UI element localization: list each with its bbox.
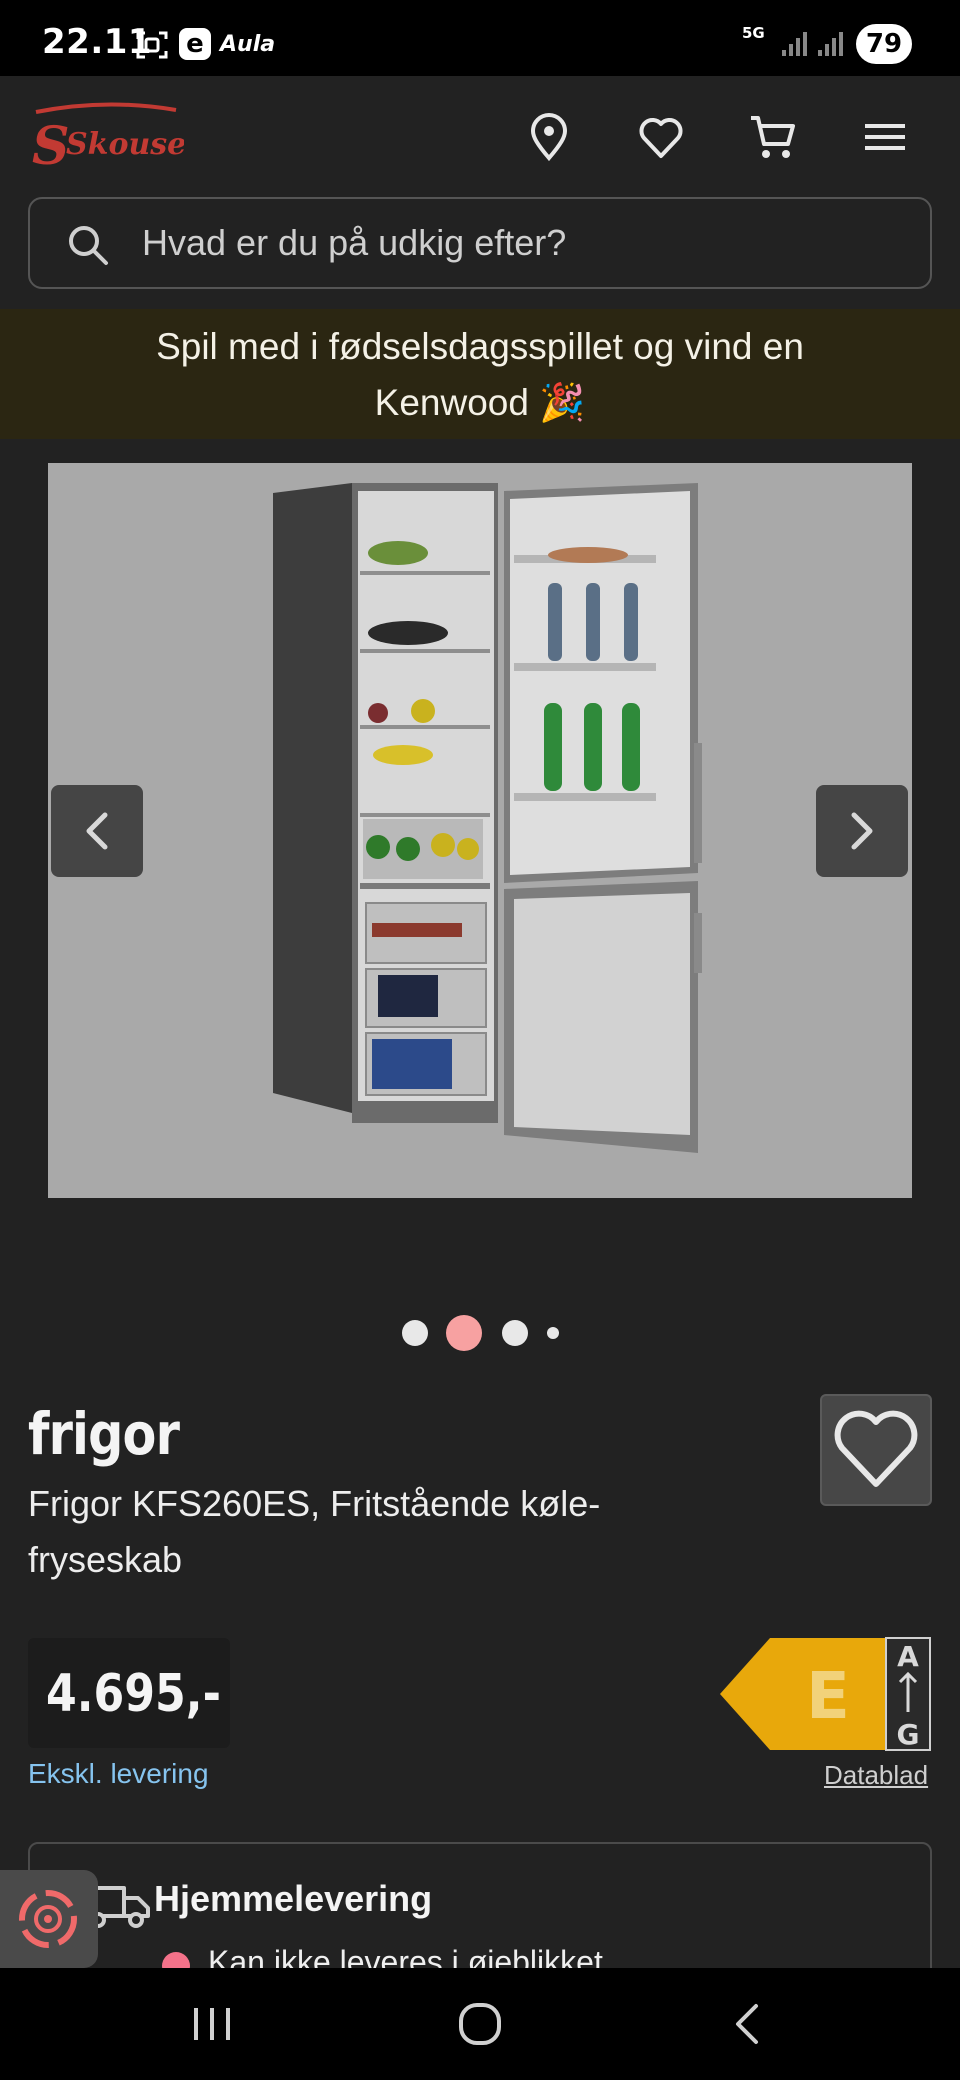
heart-icon[interactable] [636,112,686,162]
chevron-left-icon [86,812,108,850]
energy-label[interactable]: E A G [720,1636,932,1752]
svg-text:G: G [897,1718,920,1751]
svg-text:A: A [897,1640,919,1673]
menu-icon[interactable] [860,112,910,162]
screenshot-icon [136,31,168,59]
add-to-favorites-button[interactable] [820,1394,932,1506]
delivery-title: Hjemmelevering [154,1878,433,1919]
price-box: 4.695,- [28,1638,230,1748]
status-bar: 22.11 e Aula 5G 79 [0,0,960,76]
gallery-next-button[interactable] [816,785,908,877]
location-icon[interactable] [524,112,574,162]
gallery-dot[interactable] [402,1320,428,1346]
search-bar[interactable] [28,197,932,289]
svg-text:S: S [32,116,70,176]
spin-wheel-button[interactable] [0,1870,98,1968]
product-title: Frigor KFS260ES, Fritstående køle-fryses… [28,1483,601,1580]
gallery-prev-button[interactable] [51,785,143,877]
back-icon[interactable] [720,1998,776,2050]
gallery-dot[interactable] [502,1320,528,1346]
recent-apps-icon[interactable] [184,1998,240,2050]
gallery-dot-active[interactable] [446,1315,482,1351]
e-app-icon: e [179,28,211,60]
price-delivery-note: Ekskl. levering [28,1758,209,1789]
network-type: 5G [742,24,765,42]
fridge-freezer-image [48,463,912,1198]
product-brand[interactable]: frigor [28,1400,180,1468]
search-input[interactable] [142,199,902,287]
site-header: S Skousen [0,76,960,196]
gallery-dot[interactable] [547,1327,559,1339]
product-price: 4.695,- [46,1664,221,1724]
search-icon [69,226,108,265]
chevron-right-icon [851,812,873,850]
promo-banner[interactable]: Spil med i fødselsdagsspillet og vind en… [0,309,960,439]
system-navigation-bar [0,1968,960,2080]
battery-indicator: 79 [856,24,912,64]
signal-icon [782,32,807,56]
gallery-pagination [0,1313,960,1353]
home-icon[interactable] [452,1998,508,2050]
svg-text:Skousen: Skousen [66,127,184,162]
signal-icon [818,32,843,56]
skousen-logo[interactable]: S Skousen [26,102,184,176]
cart-icon[interactable] [748,112,798,162]
wheel-icon [19,1890,77,1948]
svg-text:E: E [806,1660,850,1734]
product-image[interactable] [48,463,912,1198]
aula-app-label: Aula [220,32,276,57]
promo-banner-text: Spil med i fødselsdagsspillet og vind en… [156,326,804,423]
datasheet-link[interactable]: Datablad [824,1760,928,1791]
heart-icon [834,1410,918,1487]
